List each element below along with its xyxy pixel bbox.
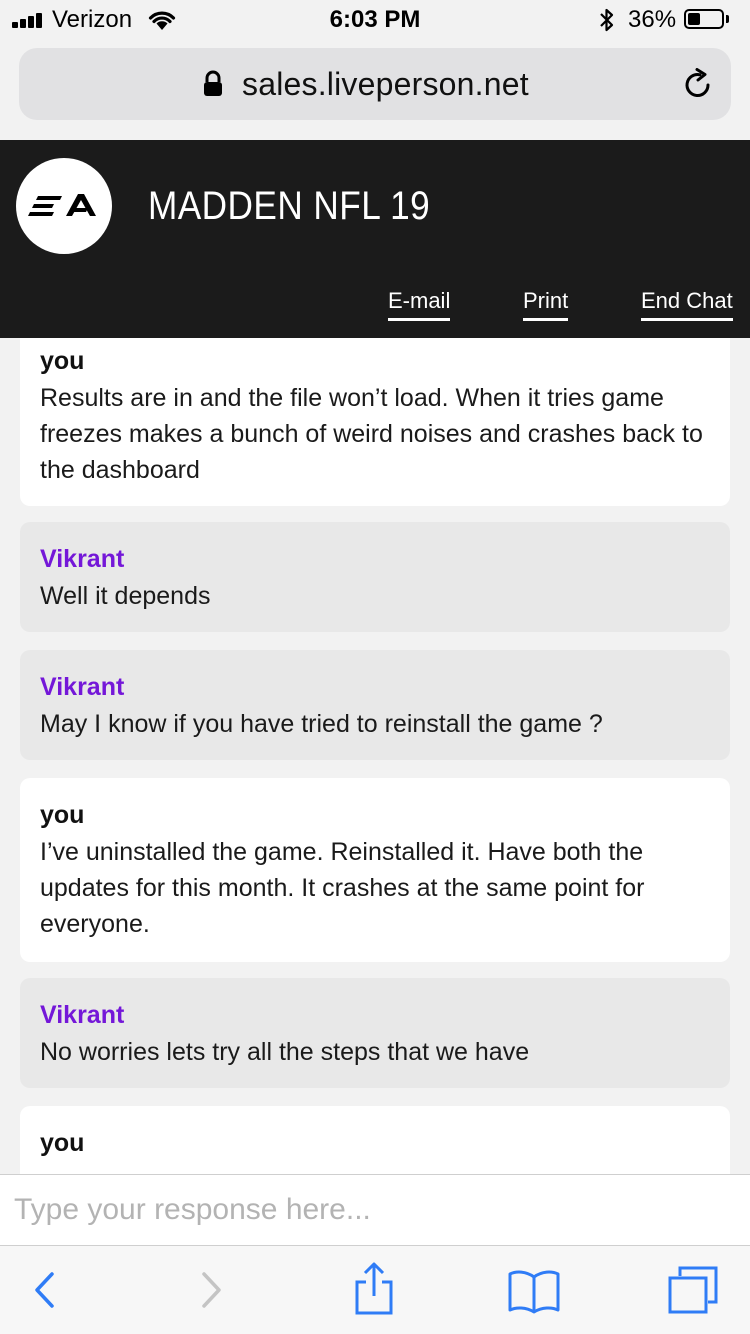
address-bar[interactable]: sales.liveperson.net: [19, 48, 731, 120]
response-input[interactable]: [0, 1175, 750, 1245]
lock-icon: [204, 70, 222, 96]
response-bar: [0, 1174, 750, 1246]
ea-logo: [16, 158, 112, 254]
end-chat-link[interactable]: End Chat: [641, 288, 733, 321]
message-sender: Vikrant: [40, 545, 125, 573]
message-sender: Vikrant: [40, 1001, 125, 1029]
message-sender: Vikrant: [40, 673, 125, 701]
message-sender: you: [40, 1129, 85, 1157]
battery-icon: [684, 9, 724, 29]
reload-icon[interactable]: [681, 68, 715, 102]
email-link[interactable]: E-mail: [388, 288, 451, 321]
status-bar: Verizon 6:03 PM 36%: [0, 0, 750, 40]
chat-message-agent: Vikrant Well it depends: [20, 522, 730, 632]
battery-percentage: 36%: [628, 6, 677, 33]
chat-message-user: you Results are in and the file won’t lo…: [20, 338, 730, 506]
message-text: No worries lets try all the steps that w…: [40, 1038, 530, 1066]
print-link[interactable]: Print: [523, 288, 569, 321]
chat-message-agent: Vikrant May I know if you have tried to …: [20, 650, 730, 760]
back-arrow-icon[interactable]: [30, 1266, 58, 1314]
message-text: Results are in and the file won’t load. …: [40, 384, 703, 484]
browser-toolbar: [0, 1246, 750, 1334]
message-text: Well it depends: [40, 582, 211, 610]
message-text: I’ve uninstalled the game. Reinstalled i…: [40, 838, 645, 938]
battery-level-fill: [688, 13, 700, 25]
tabs-icon[interactable]: [666, 1264, 720, 1316]
chat-transcript[interactable]: you Results are in and the file won’t lo…: [0, 338, 750, 1174]
battery-nub: [726, 15, 729, 23]
bluetooth-icon: [600, 8, 614, 32]
page-title: MADDEN NFL 19: [148, 184, 431, 228]
bookmarks-icon[interactable]: [506, 1268, 562, 1314]
chat-message-user: you: [20, 1106, 730, 1174]
forward-arrow-icon[interactable]: [198, 1266, 226, 1314]
chat-message-agent: Vikrant No worries lets try all the step…: [20, 978, 730, 1088]
url-text: sales.liveperson.net: [242, 66, 529, 102]
message-text: May I know if you have tried to reinstal…: [40, 710, 603, 738]
message-sender: you: [40, 347, 85, 375]
message-sender: you: [40, 801, 85, 829]
share-icon[interactable]: [352, 1262, 396, 1316]
chat-message-user: you I’ve uninstalled the game. Reinstall…: [20, 778, 730, 962]
site-header: MADDEN NFL 19 E-mail Print End Chat: [0, 140, 750, 338]
